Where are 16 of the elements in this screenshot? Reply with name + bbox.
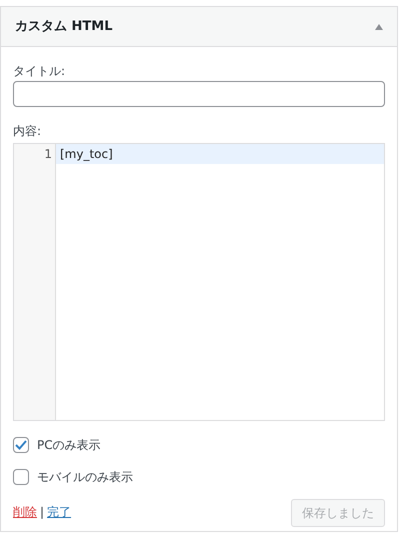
field-label: タイトル: [13, 63, 66, 79]
title-input[interactable] [13, 81, 385, 107]
line-number: 1 [43, 146, 53, 163]
checkmark-icon [15, 440, 27, 450]
checkbox[interactable] [13, 469, 29, 485]
checkbox-label: モバイルのみ表示 [37, 469, 133, 486]
link-separator: | [40, 504, 44, 521]
widget-title: カスタム HTML [15, 18, 112, 36]
done-link[interactable]: 完了 [47, 503, 72, 521]
code-editor[interactable]: 1 [my_toc] [13, 143, 385, 421]
delete-link[interactable]: 削除 [13, 503, 37, 521]
checkbox-label: PCのみ表示 [37, 437, 101, 454]
checkbox[interactable] [13, 437, 29, 453]
widget-header[interactable]: カスタム HTML [1, 7, 397, 47]
field-label: 内容: [13, 123, 42, 139]
triangle-icon[interactable] [375, 24, 383, 30]
